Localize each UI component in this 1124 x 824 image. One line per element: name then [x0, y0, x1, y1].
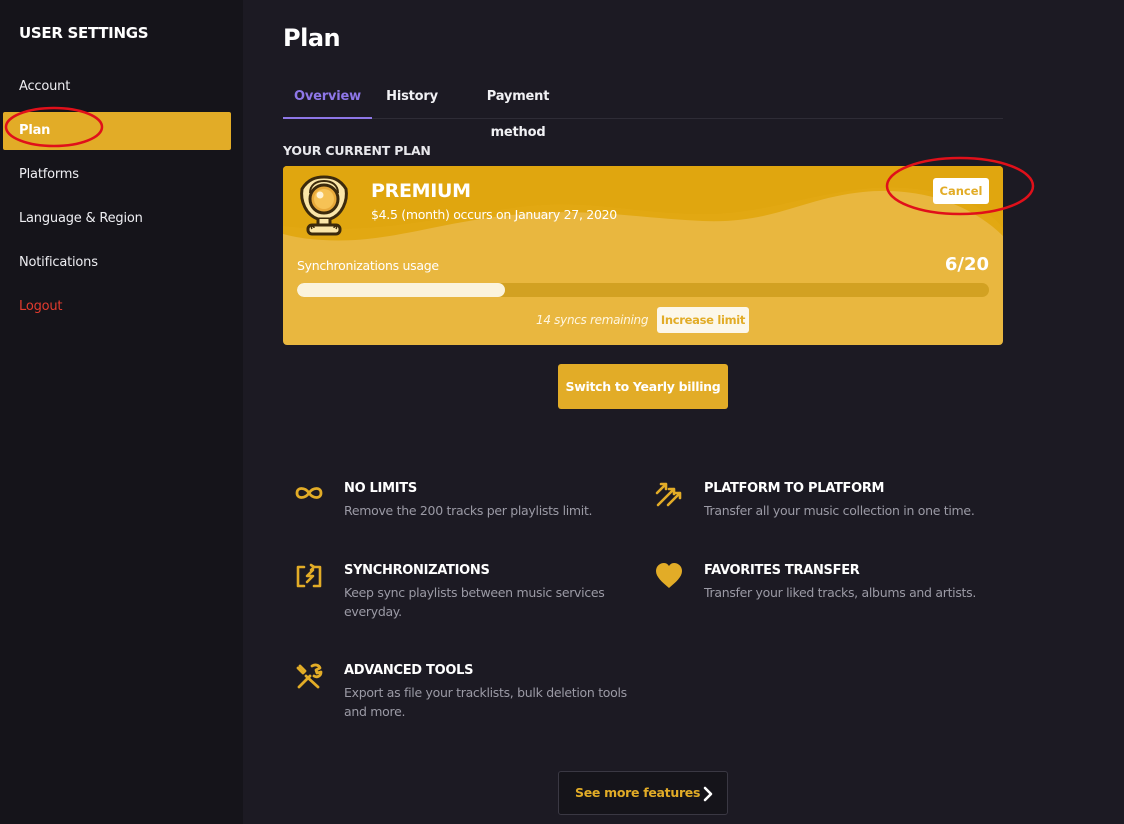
cancel-button[interactable]: Cancel — [933, 178, 989, 204]
sidebar-item-language-region[interactable]: Language & Region — [3, 200, 231, 238]
tab-payment-method[interactable]: Payment method — [460, 79, 576, 140]
feature-description: Transfer all your music collection in on… — [704, 503, 975, 518]
switch-yearly-billing-button[interactable]: Switch to Yearly billing — [558, 364, 728, 409]
sidebar: USER SETTINGS Account Plan Platforms Lan… — [0, 0, 243, 824]
sync-usage-progress — [297, 283, 989, 297]
increase-limit-button[interactable]: Increase limit — [657, 307, 749, 333]
syncs-remaining-text: 14 syncs remaining — [536, 313, 649, 327]
plan-card: PREMIUM $4.5 (month) occurs on January 2… — [283, 166, 1003, 345]
tab-overview[interactable]: Overview — [283, 79, 372, 119]
page-title: Plan — [283, 24, 341, 52]
feature-title: PLATFORM TO PLATFORM — [704, 481, 885, 496]
feature-title: FAVORITES TRANSFER — [704, 563, 860, 578]
sidebar-title: USER SETTINGS — [19, 24, 149, 42]
feature-description: Transfer your liked tracks, albums and a… — [704, 585, 977, 600]
sync-usage-progress-fill — [297, 283, 505, 297]
feature-description: Keep sync playlists between music servic… — [344, 585, 605, 619]
sidebar-item-account[interactable]: Account — [3, 68, 231, 106]
heart-icon — [656, 563, 682, 588]
plan-name: PREMIUM — [371, 180, 471, 202]
feature-title: ADVANCED TOOLS — [344, 663, 474, 678]
see-more-features-button[interactable]: See more features — [558, 771, 728, 815]
plan-billing-info: $4.5 (month) occurs on January 27, 2020 — [371, 207, 617, 222]
tab-bar: Overview History Payment method — [283, 79, 1003, 140]
feature-title: NO LIMITS — [344, 481, 417, 496]
chevron-right-icon — [703, 786, 713, 802]
current-plan-heading: YOUR CURRENT PLAN — [283, 143, 431, 158]
see-more-features-label: See more features — [575, 785, 701, 800]
sync-usage-label: Synchronizations usage — [297, 258, 439, 273]
feature-description: Export as file your tracklists, bulk del… — [344, 685, 627, 719]
tools-icon — [296, 663, 323, 689]
sidebar-item-platforms[interactable]: Platforms — [3, 156, 231, 194]
trophy-icon — [296, 175, 352, 245]
transfer-arrows-icon — [655, 482, 682, 507]
infinity-icon — [295, 487, 323, 499]
sidebar-item-logout[interactable]: Logout — [3, 288, 231, 326]
sync-icon — [296, 563, 322, 588]
tab-history[interactable]: History — [382, 79, 442, 119]
feature-title: SYNCHRONIZATIONS — [344, 563, 490, 578]
sidebar-item-plan[interactable]: Plan — [3, 112, 231, 150]
main-content: Plan Overview History Payment method YOU… — [243, 0, 1124, 824]
sidebar-item-notifications[interactable]: Notifications — [3, 244, 231, 282]
sync-usage-count: 6/20 — [944, 254, 989, 275]
feature-description: Remove the 200 tracks per playlists limi… — [344, 503, 593, 518]
